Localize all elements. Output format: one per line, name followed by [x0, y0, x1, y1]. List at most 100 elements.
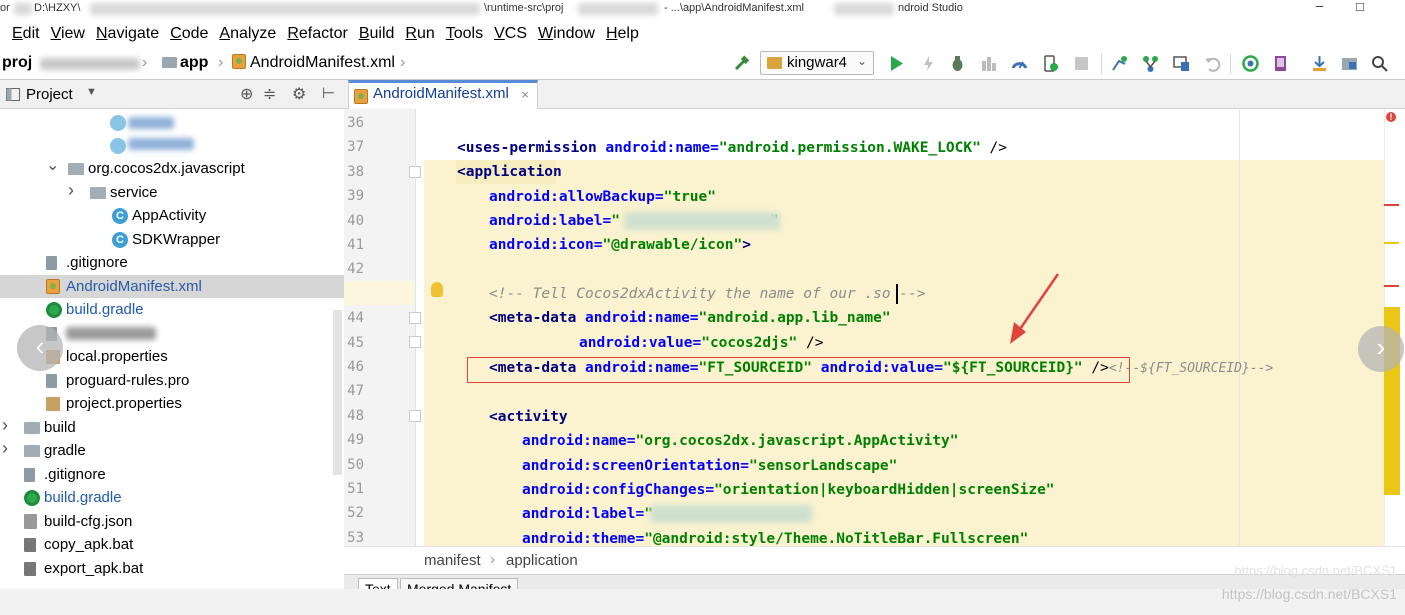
error-stripe-mark[interactable] — [1384, 285, 1399, 287]
run-icon[interactable] — [888, 55, 905, 72]
chevron-right-icon[interactable]: › — [68, 180, 74, 201]
menu-help[interactable]: Help — [606, 25, 639, 43]
search-icon[interactable] — [1371, 55, 1388, 72]
undo-icon[interactable] — [1204, 55, 1221, 72]
tree-row[interactable]: .gitignore — [0, 251, 344, 274]
next-image-button[interactable]: › — [1358, 326, 1404, 372]
avd-manager-icon[interactable] — [1173, 55, 1190, 72]
download-icon[interactable] — [1311, 55, 1328, 72]
menu-run[interactable]: Run — [405, 25, 434, 43]
tree-row-blurred[interactable] — [0, 109, 344, 132]
tree-row-blurred[interactable] — [0, 132, 344, 155]
tree-row[interactable]: copy_apk.bat — [0, 533, 344, 556]
breadcrumb-manifest[interactable]: manifest — [424, 552, 481, 569]
menu-analyze[interactable]: Analyze — [219, 25, 276, 43]
tree-row-label: org.cocos2dx.javascript — [88, 160, 245, 177]
gradle-icon — [46, 302, 62, 318]
chevron-right-icon[interactable]: › — [2, 438, 8, 459]
fold-marker[interactable] — [409, 410, 421, 422]
bat-icon — [24, 538, 36, 552]
fold-marker[interactable] — [409, 312, 421, 324]
breadcrumb-project[interactable]: proj — [2, 54, 32, 72]
tree-row[interactable]: C AppActivity — [0, 204, 344, 227]
project-structure-icon[interactable] — [1341, 55, 1358, 72]
error-stripe-mark[interactable] — [1384, 204, 1399, 206]
debug-icon[interactable] — [949, 55, 966, 72]
fold-marker[interactable] — [409, 166, 421, 178]
tree-row-label: local.properties — [66, 348, 168, 365]
minimize-button[interactable]: – — [1316, 0, 1323, 13]
breadcrumb-file[interactable]: AndroidManifest.xml — [232, 54, 395, 72]
tab-androidmanifest[interactable]: AndroidManifest.xml × — [348, 80, 538, 109]
gear-icon[interactable]: ⚙ — [292, 84, 306, 104]
tab-text[interactable]: Text — [358, 578, 398, 589]
profile-icon[interactable] — [1011, 55, 1028, 72]
apply-changes-icon[interactable] — [920, 55, 937, 72]
tree-row[interactable]: › gradle — [0, 438, 344, 462]
project-pane-scrollbar[interactable] — [333, 310, 342, 475]
hide-pane-icon[interactable]: ⊢ — [322, 84, 335, 102]
project-view-icon — [6, 88, 20, 101]
locate-file-icon[interactable]: ⊕ — [240, 84, 253, 104]
warning-stripe-mark[interactable] — [1384, 242, 1399, 244]
line-number: 36 — [347, 115, 364, 131]
lightbulb-icon[interactable] — [431, 282, 443, 297]
coverage-icon[interactable] — [980, 55, 997, 72]
tree-row[interactable]: .gitignore — [0, 463, 344, 486]
menu-vcs[interactable]: VCS — [494, 25, 527, 43]
project-view-selector[interactable]: Project — [26, 86, 73, 103]
tab-merged-manifest[interactable]: Merged Manifest — [400, 578, 519, 589]
menu-code[interactable]: Code — [170, 25, 208, 43]
class-icon: C — [112, 208, 128, 224]
close-icon[interactable]: × — [521, 87, 529, 102]
menu-tools[interactable]: Tools — [446, 25, 483, 43]
breadcrumb-module[interactable]: app — [162, 54, 208, 72]
make-project-icon[interactable] — [734, 55, 751, 72]
tree-row[interactable]: export_apk.bat — [0, 557, 344, 580]
line-number: 42 — [347, 261, 364, 278]
line-number: 50 — [347, 456, 364, 473]
tree-row[interactable]: AndroidManifest.xml — [0, 274, 344, 298]
tree-row[interactable]: C SDKWrapper — [0, 228, 344, 251]
menu-edit[interactable]: Edit — [12, 25, 40, 43]
chevron-right-icon[interactable]: › — [2, 415, 8, 436]
previous-image-button[interactable]: ‹ — [17, 325, 63, 371]
line-number: 40 — [347, 212, 364, 229]
tree-row-label: gradle — [44, 442, 86, 459]
tree-row[interactable]: build.gradle — [0, 486, 344, 509]
menu-window[interactable]: Window — [538, 25, 595, 43]
tree-row[interactable]: › build — [0, 415, 344, 439]
error-indicator-icon[interactable]: ! — [1386, 112, 1396, 122]
menu-refactor[interactable]: Refactor — [287, 25, 347, 43]
file-icon — [46, 373, 57, 388]
maximize-button[interactable]: □ — [1356, 0, 1364, 14]
device-file-icon[interactable] — [1272, 55, 1289, 72]
line-number: 47 — [347, 383, 364, 400]
xml-file-icon — [354, 89, 368, 104]
vcs-icon[interactable] — [1142, 55, 1159, 72]
line-number: 51 — [347, 481, 364, 497]
run-configuration-dropdown[interactable]: kingwar4 ⌄ — [760, 51, 874, 75]
attach-debugger-icon[interactable] — [1042, 55, 1059, 72]
chevron-down-icon[interactable]: ▼ — [86, 86, 97, 98]
tree-row[interactable]: › service — [0, 180, 344, 204]
chevron-down-icon[interactable]: ⌄ — [46, 155, 59, 175]
title-path-right: - ...\app\AndroidManifest.xml — [664, 2, 805, 14]
tree-row[interactable]: ⌄ org.cocos2dx.javascript — [0, 157, 344, 180]
stop-icon[interactable] — [1073, 55, 1090, 72]
folder-icon — [90, 186, 106, 199]
sync-gradle-icon[interactable] — [1111, 55, 1128, 72]
sdk-manager-icon[interactable] — [1242, 55, 1259, 72]
tree-row[interactable]: build.gradle — [0, 298, 344, 321]
breadcrumb-application[interactable]: application — [506, 552, 578, 569]
menu-navigate[interactable]: Navigate — [96, 25, 159, 43]
tree-row[interactable]: proguard-rules.pro — [0, 369, 344, 392]
tree-row[interactable]: build-cfg.json — [0, 510, 344, 533]
tree-row[interactable]: project.properties — [0, 392, 344, 415]
code-line-49: android:name="org.cocos2dx.javascript.Ap… — [522, 433, 959, 449]
collapse-all-icon[interactable]: ≑ — [263, 84, 276, 104]
xml-icon — [46, 278, 60, 294]
menu-view[interactable]: View — [51, 25, 85, 43]
fold-marker[interactable] — [409, 336, 421, 348]
menu-build[interactable]: Build — [359, 25, 395, 43]
